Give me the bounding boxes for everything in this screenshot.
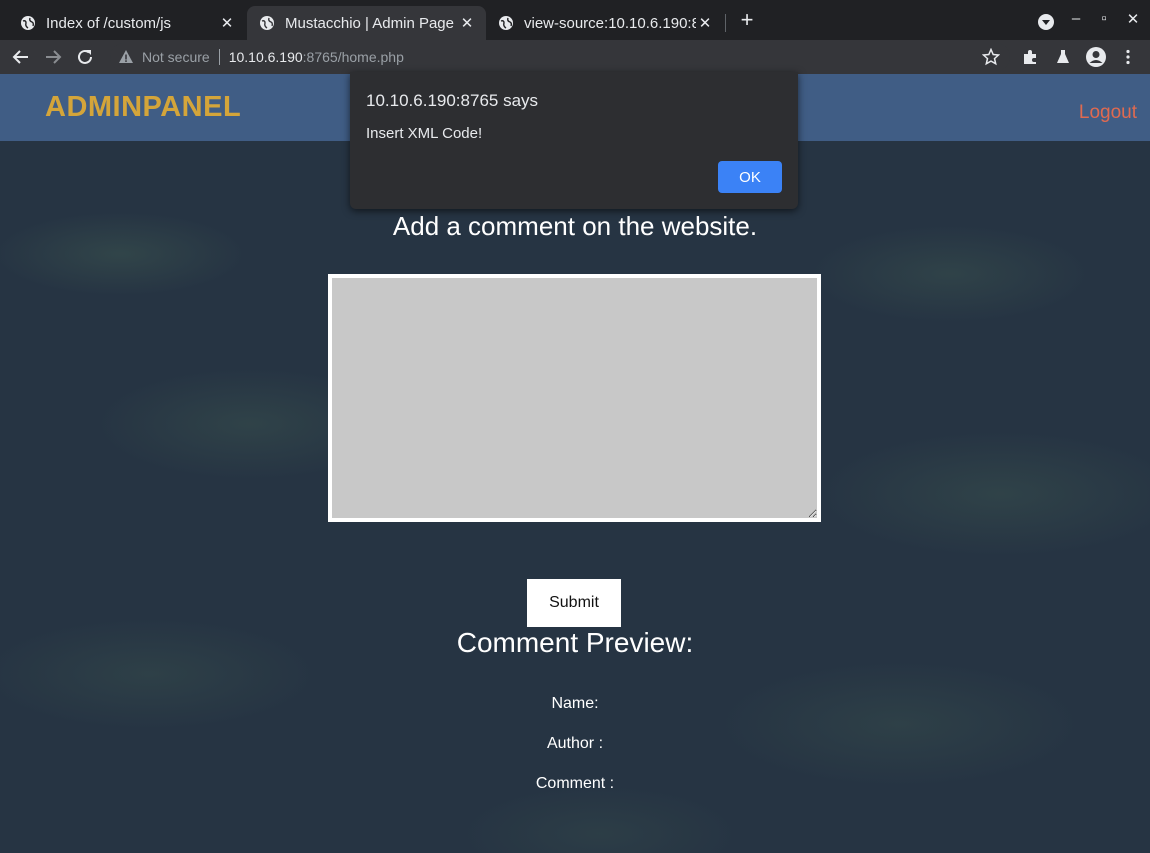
tab-title: view-source:10.10.6.190:8 (524, 14, 696, 32)
page-heading: Add a comment on the website. (392, 211, 758, 241)
tab-strip: Index of /custom/js ✕ Mustacchio | Admin… (0, 0, 1150, 40)
globe-icon (21, 16, 35, 30)
omnibox-divider (218, 49, 220, 65)
labs-icon[interactable] (1054, 48, 1072, 66)
tab-index-custom-js[interactable]: Index of /custom/js ✕ (8, 6, 246, 40)
preview-comment-label: Comment : (535, 775, 615, 792)
alert-ok-button[interactable]: OK (718, 161, 782, 193)
preview-author-label: Author : (546, 735, 604, 752)
tab-admin-page[interactable]: Mustacchio | Admin Page ✕ (247, 6, 486, 40)
alert-message: Insert XML Code! (366, 125, 483, 142)
new-tab-button[interactable]: + (736, 9, 758, 31)
tab-view-source[interactable]: view-source:10.10.6.190:8 ✕ (486, 6, 724, 40)
maximize-button[interactable]: ▫ (1094, 10, 1114, 27)
url-path: :8765/home.php (302, 49, 404, 65)
back-icon[interactable] (10, 46, 32, 68)
tab-title: Mustacchio | Admin Page (285, 14, 454, 32)
globe-icon (499, 16, 513, 30)
menu-icon[interactable] (1119, 48, 1137, 66)
profile-icon[interactable] (1085, 46, 1107, 68)
xml-comment-textarea[interactable] (328, 274, 821, 522)
globe-icon (260, 16, 274, 30)
submit-button[interactable]: Submit (527, 579, 621, 627)
tab-title: Index of /custom/js (46, 14, 172, 32)
extensions-icon[interactable] (1021, 48, 1039, 66)
comment-preview-title: Comment Preview: (456, 627, 694, 658)
window-close-button[interactable]: ✕ (1123, 10, 1143, 28)
alert-origin: 10.10.6.190:8765 says (366, 91, 539, 110)
url-host: 10.10.6.190 (228, 49, 303, 65)
address-bar[interactable]: Not secure 10.10.6.190:8765/home.php (110, 43, 1010, 71)
preview-name-label: Name: (551, 695, 599, 712)
tab-search-icon[interactable] (1037, 13, 1055, 31)
brand-logo[interactable]: ADMINPANEL (45, 91, 241, 124)
tab-close-icon[interactable]: ✕ (696, 14, 714, 32)
minimize-button[interactable]: – (1066, 10, 1086, 27)
tab-close-icon[interactable]: ✕ (458, 14, 476, 32)
logout-link[interactable]: Logout (1079, 102, 1137, 124)
forward-icon[interactable] (42, 46, 64, 68)
tab-divider (725, 14, 726, 32)
tab-close-icon[interactable]: ✕ (218, 14, 236, 32)
reload-icon[interactable] (74, 46, 96, 68)
alert-dialog: 10.10.6.190:8765 says Insert XML Code! O… (350, 72, 798, 209)
browser-toolbar: Not secure 10.10.6.190:8765/home.php (0, 40, 1150, 74)
warning-icon[interactable] (118, 49, 134, 65)
star-icon[interactable] (982, 48, 1000, 66)
security-label[interactable]: Not secure (142, 49, 210, 65)
